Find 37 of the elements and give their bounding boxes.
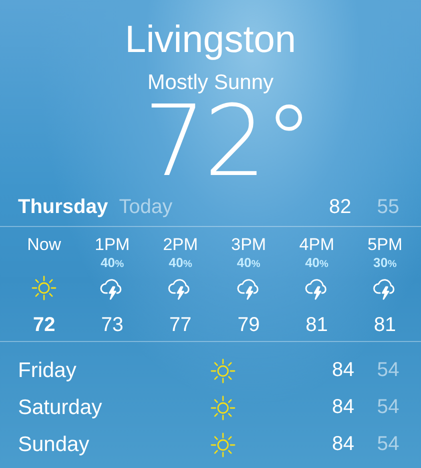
hour-label: 5PM <box>367 235 402 255</box>
precipitation-chance: 40% <box>236 255 260 271</box>
hour-label: 4PM <box>299 235 334 255</box>
high-temperature: 84 <box>332 396 356 419</box>
sun-icon <box>31 275 58 301</box>
high-temperature: 82 <box>329 196 352 219</box>
hour-temperature: 79 <box>237 314 260 337</box>
hour-temperature: 81 <box>306 314 328 337</box>
hour-temperature: 73 <box>101 314 124 337</box>
precipitation-chance: 40% <box>168 255 192 271</box>
day-name: Sunday <box>18 432 90 456</box>
current-temperature: 72° <box>144 94 312 190</box>
sun-icon <box>210 358 236 384</box>
weather-condition: Mostly Sunny <box>147 70 274 96</box>
precipitation-chance: 40% <box>305 255 328 271</box>
hour-temperature: 72 <box>32 314 56 337</box>
day-name: Saturday <box>18 396 104 420</box>
hour-temperature: 77 <box>169 314 192 337</box>
hour-label: 3PM <box>231 235 266 255</box>
hour-label: 2PM <box>162 235 198 255</box>
city-name: Livingston <box>124 18 296 62</box>
sun-icon <box>210 394 236 420</box>
low-temperature: 54 <box>377 359 400 382</box>
precipitation-chance: 30% <box>373 255 397 271</box>
low-temperature: 54 <box>377 396 400 419</box>
hour-temperature: 81 <box>374 314 396 337</box>
sun-icon <box>210 432 236 458</box>
day-name: Friday <box>18 358 78 382</box>
day-name: Thursday <box>18 196 108 219</box>
hour-label: Now <box>27 235 62 255</box>
low-temperature: 55 <box>377 196 400 219</box>
hour-label: 1PM <box>94 235 130 255</box>
high-temperature: 84 <box>332 359 356 382</box>
low-temperature: 54 <box>377 433 400 456</box>
high-temperature: 84 <box>332 433 356 456</box>
today-label: Today <box>119 196 172 219</box>
precipitation-chance: 40% <box>100 255 124 271</box>
